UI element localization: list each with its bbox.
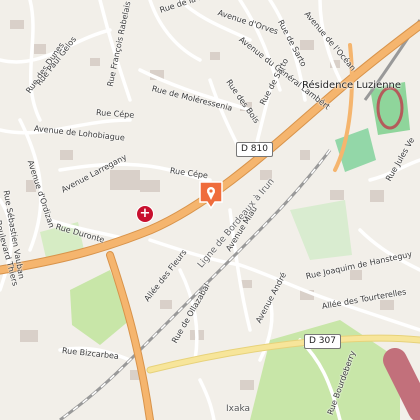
road-shield-d810: D 810 [236,142,273,157]
road-shield-d307: D 307 [304,334,341,349]
map-base-layer [0,0,420,420]
map-canvas[interactable]: Rue des Dunes Rue Paul Gelos Rue Françoi… [0,0,420,420]
location-marker-icon[interactable] [198,180,224,210]
hospital-icon[interactable]: + [137,206,153,222]
